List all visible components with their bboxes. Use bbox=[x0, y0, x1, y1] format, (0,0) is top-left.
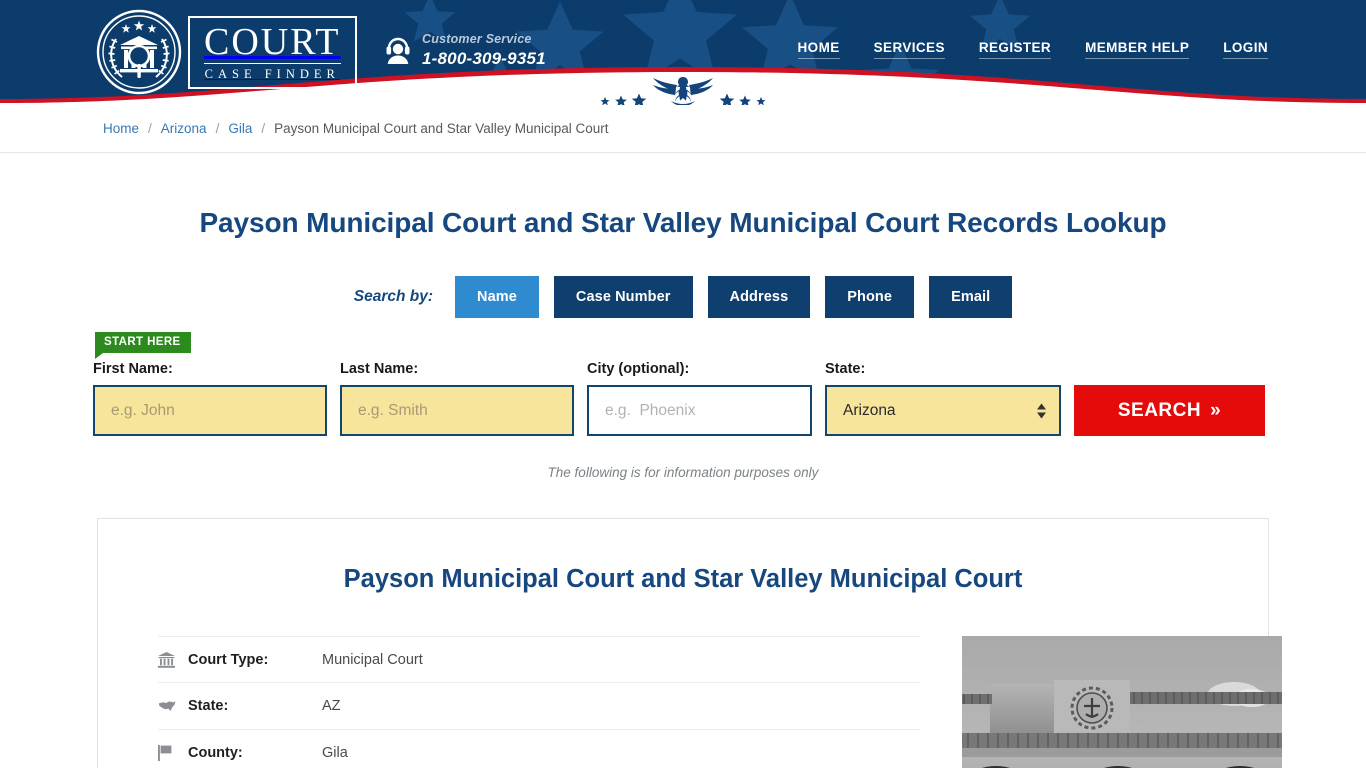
nav-item-home[interactable]: HOME bbox=[797, 40, 840, 59]
search-by-label: Search by: bbox=[353, 288, 434, 305]
first-name-input[interactable] bbox=[93, 385, 327, 436]
last-name-label: Last Name: bbox=[340, 361, 419, 377]
bank-building-icon bbox=[158, 651, 188, 668]
search-button[interactable]: SEARCH » bbox=[1074, 385, 1265, 436]
state-selected-value: Arizona bbox=[843, 401, 896, 419]
tab-email[interactable]: Email bbox=[929, 276, 1013, 318]
last-name-field-group: Last Name: bbox=[340, 361, 574, 436]
city-input[interactable] bbox=[587, 385, 812, 436]
courthouse-photo bbox=[962, 636, 1282, 768]
search-button-label: SEARCH bbox=[1117, 399, 1202, 421]
city-field-group: City (optional): bbox=[587, 361, 812, 436]
search-form: START HERE First Name: Last Name: City (… bbox=[93, 332, 1273, 436]
headset-support-icon bbox=[386, 37, 410, 64]
site-logo[interactable]: COURT CASE FINDER bbox=[96, 9, 357, 95]
table-row: State: AZ bbox=[158, 683, 920, 730]
table-row: Court Type: Municipal Court bbox=[158, 636, 920, 683]
nav-item-member-help[interactable]: MEMBER HELP bbox=[1085, 40, 1190, 59]
county-value: Gila bbox=[322, 745, 348, 761]
court-info-table: Court Type: Municipal Court State: AZ Co… bbox=[158, 636, 920, 768]
customer-service-phone[interactable]: 1-800-309-9351 bbox=[422, 50, 546, 67]
nav-item-services[interactable]: SERVICES bbox=[873, 40, 945, 59]
first-name-field-group: First Name: bbox=[93, 361, 327, 436]
tab-name[interactable]: Name bbox=[455, 276, 539, 318]
flag-icon bbox=[158, 745, 188, 761]
us-map-icon bbox=[158, 700, 188, 712]
double-chevron-right-icon: » bbox=[1210, 399, 1222, 421]
search-by-tabs: Search by: Name Case Number Address Phon… bbox=[0, 276, 1366, 318]
state-select[interactable]: Arizona bbox=[825, 385, 1061, 436]
chevron-updown-icon bbox=[1037, 403, 1046, 418]
customer-service-block: Customer Service 1-800-309-9351 bbox=[384, 33, 546, 67]
customer-service-label: Customer Service bbox=[422, 32, 532, 46]
nav-item-login[interactable]: LOGIN bbox=[1223, 40, 1268, 59]
breadcrumb-item-current: Payson Municipal Court and Star Valley M… bbox=[274, 121, 609, 136]
page-title: Payson Municipal Court and Star Valley M… bbox=[199, 207, 1167, 238]
state-label: State: bbox=[825, 361, 866, 377]
court-seal-icon bbox=[96, 9, 182, 95]
breadcrumb-item-home[interactable]: Home bbox=[103, 121, 139, 136]
state-row-value: AZ bbox=[322, 698, 341, 714]
tab-case-number[interactable]: Case Number bbox=[553, 276, 693, 318]
main-content: Payson Municipal Court and Star Valley M… bbox=[0, 207, 1366, 768]
state-field-group: State: Arizona bbox=[825, 361, 1061, 436]
last-name-input[interactable] bbox=[340, 385, 574, 436]
state-row-label: State: bbox=[188, 698, 229, 714]
breadcrumb-separator: / bbox=[148, 121, 152, 136]
breadcrumb-separator: / bbox=[215, 121, 220, 136]
breadcrumb-item-gila[interactable]: Gila bbox=[228, 121, 252, 136]
city-label: City (optional): bbox=[587, 361, 690, 377]
logo-title: COURT bbox=[204, 20, 341, 63]
breadcrumb-separator: / bbox=[261, 121, 266, 136]
court-type-label: Court Type: bbox=[188, 651, 269, 668]
start-here-badge: START HERE bbox=[95, 332, 191, 359]
eagle-emblem-icon bbox=[600, 77, 766, 105]
tab-address[interactable]: Address bbox=[707, 276, 811, 318]
main-navigation: HOME SERVICES REGISTER MEMBER HELP LOGIN bbox=[797, 40, 1268, 59]
logo-wordmark: COURT CASE FINDER bbox=[188, 15, 357, 89]
breadcrumb-item-arizona[interactable]: Arizona bbox=[161, 121, 207, 136]
breadcrumb-bar: Home / Arizona / Gila / Payson Municipal… bbox=[0, 105, 1366, 153]
court-detail-title: Payson Municipal Court and Star Valley M… bbox=[343, 565, 1023, 593]
disclaimer-text: The following is for information purpose… bbox=[547, 465, 819, 480]
nav-item-register[interactable]: REGISTER bbox=[978, 40, 1052, 59]
court-type-value: Municipal Court bbox=[322, 651, 423, 668]
breadcrumb: Home / Arizona / Gila / Payson Municipal… bbox=[103, 121, 609, 136]
county-label: County: bbox=[188, 745, 243, 761]
first-name-label: First Name: bbox=[93, 361, 173, 377]
site-header: COURT CASE FINDER Customer Service 1-800… bbox=[0, 0, 1366, 105]
tab-phone[interactable]: Phone bbox=[825, 276, 915, 318]
logo-subtitle: CASE FINDER bbox=[204, 62, 341, 81]
table-row: County: Gila bbox=[158, 730, 920, 768]
court-detail-card: Payson Municipal Court and Star Valley M… bbox=[97, 518, 1282, 768]
